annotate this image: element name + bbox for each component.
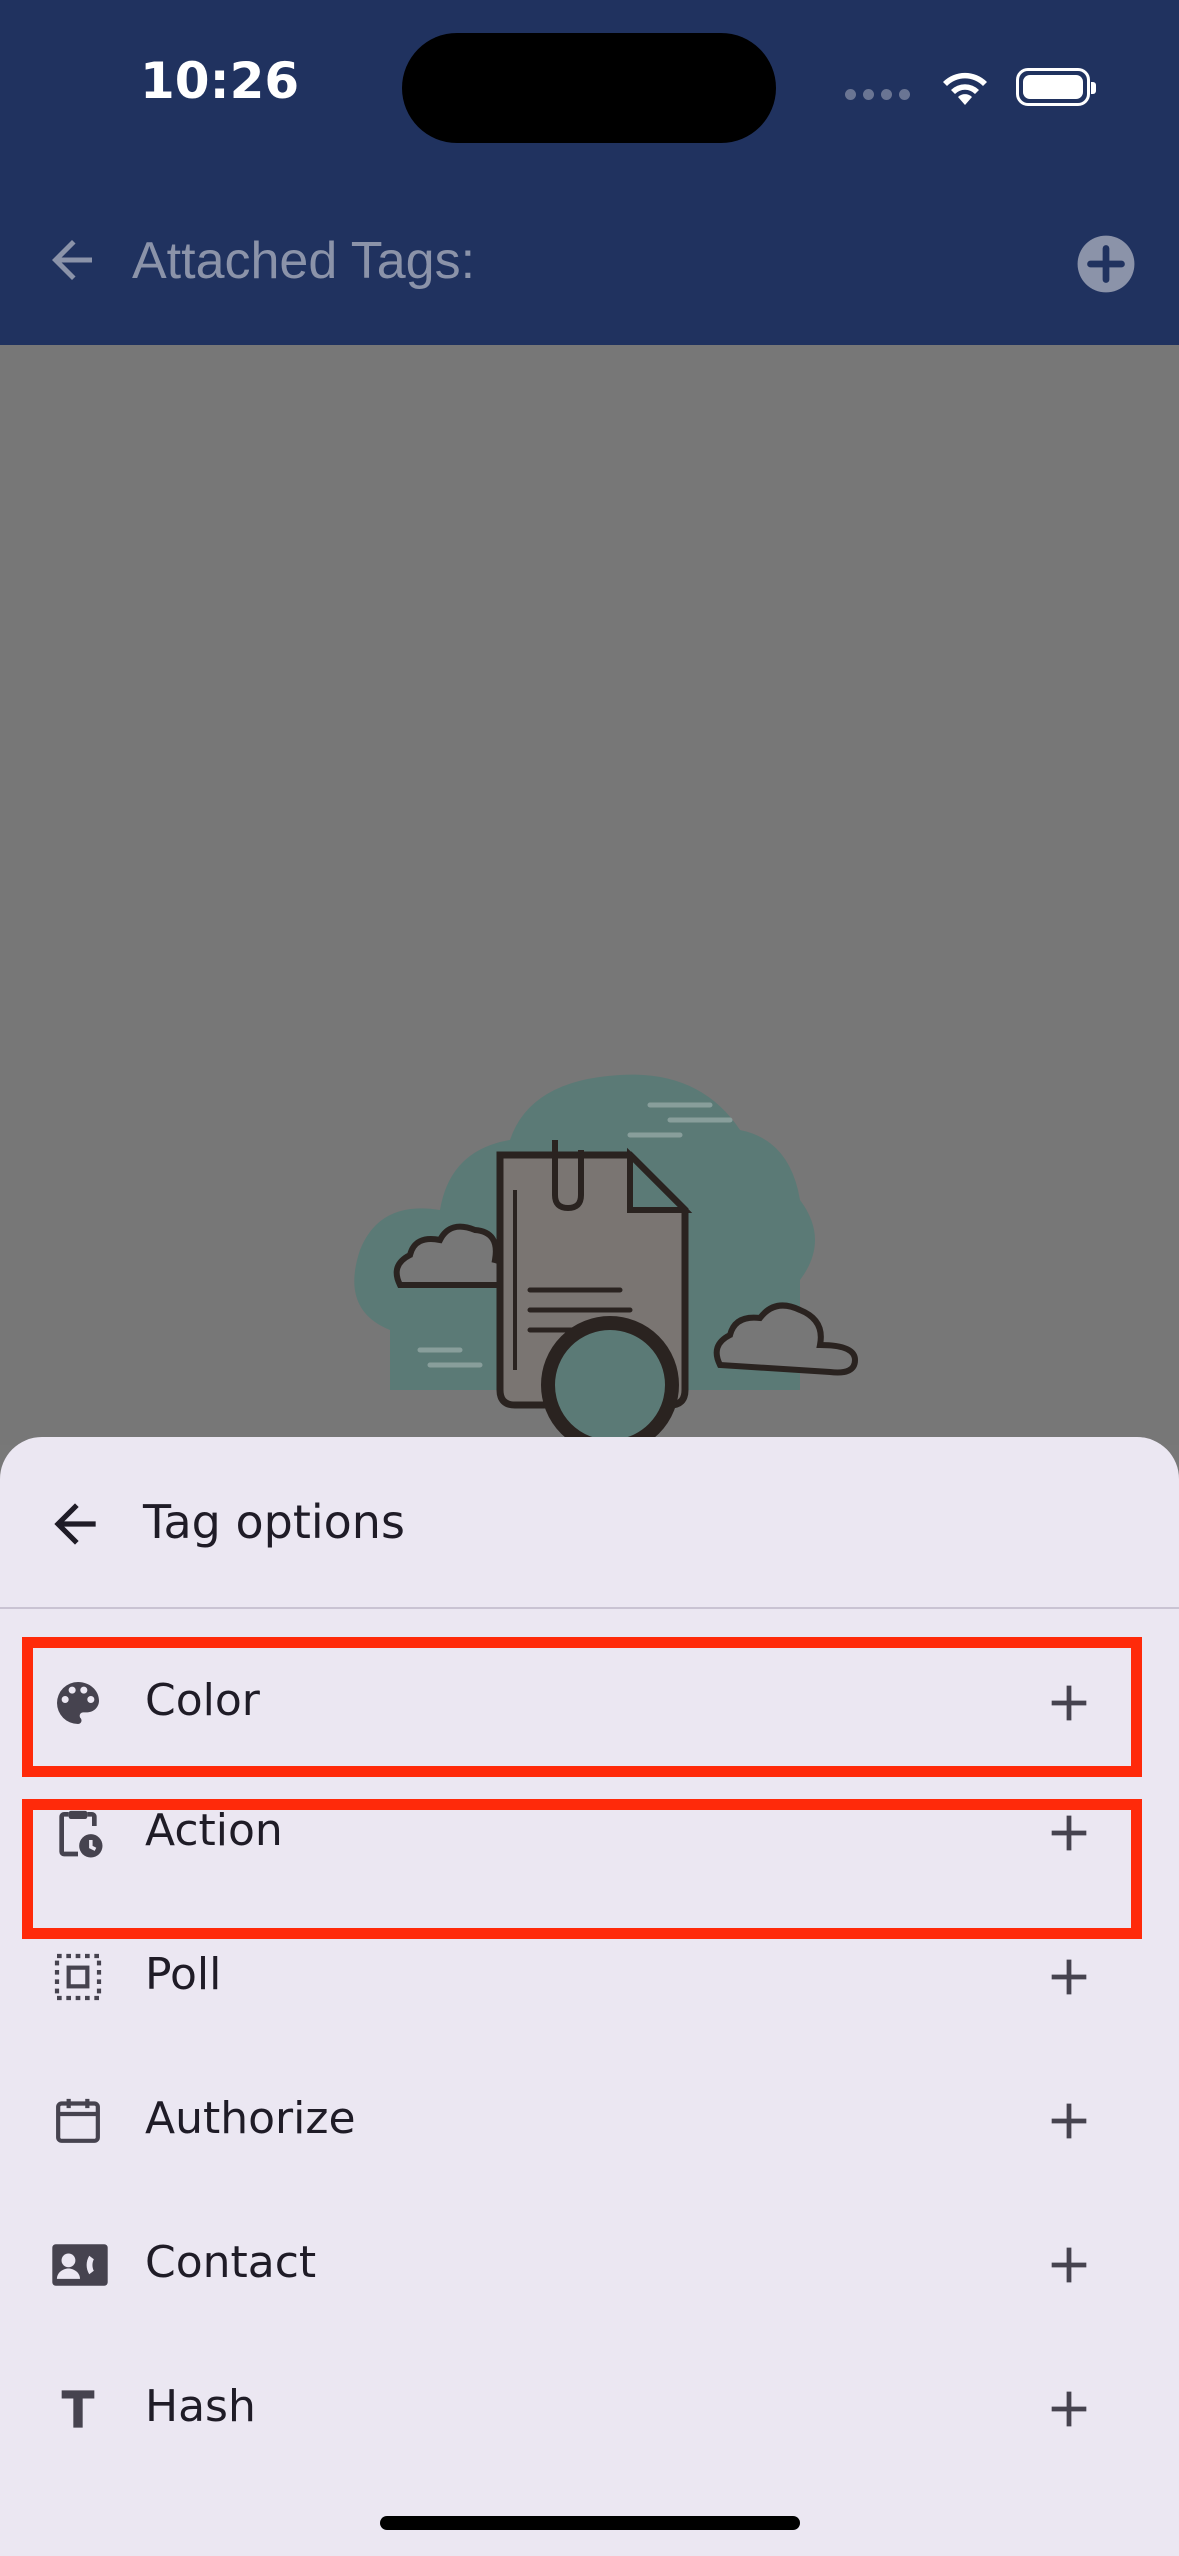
calendar-icon [50,2093,106,2149]
add-circle-icon[interactable] [1075,233,1137,295]
tag-options-sheet: Tag options Color Action Poll Authorize … [0,1437,1179,2556]
option-label: Authorize [145,2093,356,2144]
arrow-left-icon[interactable] [42,230,102,290]
plus-icon[interactable] [1043,2239,1095,2291]
option-poll[interactable]: Poll [0,1919,1179,2063]
contact-card-icon [50,2237,108,2293]
status-time: 10:26 [140,52,300,110]
sheet-title: Tag options [143,1495,405,1549]
plus-icon[interactable] [1043,2383,1095,2435]
highlight-box-action [22,1799,1142,1939]
select-all-icon [50,1949,106,2005]
wifi-icon [938,67,992,107]
option-hash[interactable]: Hash [0,2351,1179,2495]
option-authorize[interactable]: Authorize [0,2063,1179,2207]
app-bar: Attached Tags: [0,175,1179,345]
empty-state-illustration [330,1060,870,1460]
highlight-box-color [22,1637,1142,1777]
plus-icon[interactable] [1043,1951,1095,2003]
sheet-header: Tag options [0,1437,1179,1607]
arrow-left-icon[interactable] [44,1493,106,1555]
plus-icon[interactable] [1043,2095,1095,2147]
dynamic-island [402,33,776,143]
option-label: Hash [145,2381,256,2432]
cellular-signal-icon [845,88,910,100]
status-bar: 10:26 [0,0,1179,175]
home-indicator[interactable] [380,2516,800,2530]
battery-icon [1016,68,1096,106]
page-title: Attached Tags: [132,232,476,290]
text-t-icon [50,2381,106,2437]
option-label: Contact [145,2237,317,2288]
divider [0,1607,1179,1609]
status-icons [845,62,1096,112]
option-contact[interactable]: Contact [0,2207,1179,2351]
option-label: Poll [145,1949,222,2000]
